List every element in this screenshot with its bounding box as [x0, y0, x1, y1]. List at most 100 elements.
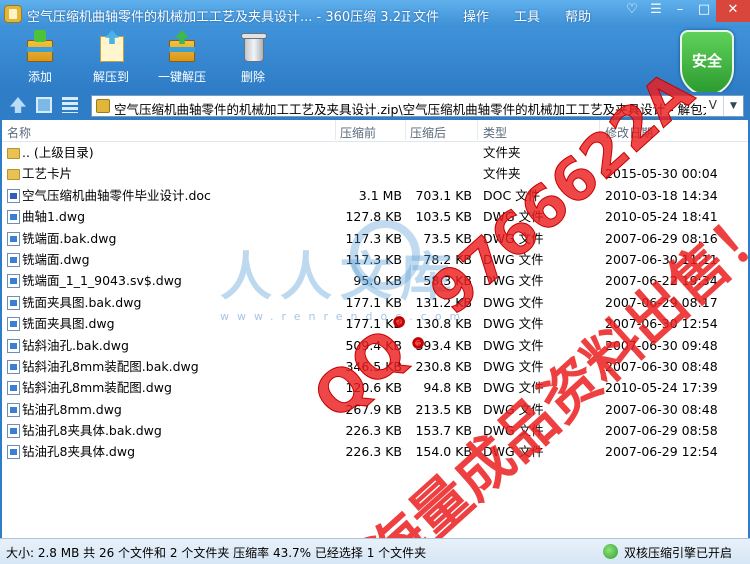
- app-logo-icon: [4, 5, 22, 23]
- dwg-file-icon: [7, 402, 20, 417]
- maximize-button[interactable]: □: [692, 0, 716, 22]
- column-type[interactable]: 类型: [483, 124, 507, 141]
- delete-label: 删除: [240, 70, 265, 84]
- title-bar: 空气压缩机曲轴零件的机械加工工艺及夹具设计... - 360压缩 3.2正式版 …: [0, 0, 750, 28]
- file-name: 钻油孔8夹具体.dwg: [22, 444, 136, 460]
- archive-icon: [96, 99, 110, 113]
- file-type: DWG 文件: [483, 316, 544, 332]
- file-row[interactable]: 铣端面.bak.dwg 117.3 KB 73.5 KB DWG 文件 2007-06-…: [2, 228, 748, 249]
- original-size: 117.3 KB: [345, 251, 402, 267]
- original-size: 346.5 KB: [345, 358, 402, 374]
- close-button[interactable]: ✕: [716, 0, 750, 22]
- file-name: 曲轴1.dwg: [22, 209, 86, 225]
- chevron-down-icon[interactable]: ▼: [723, 96, 743, 116]
- menu-file[interactable]: 文件: [413, 6, 439, 25]
- file-row[interactable]: 钻斜油孔8mm装配图.bak.dwg 346.5 KB 230.8 KB DWG 文件…: [2, 356, 748, 377]
- path-suffix: V: [708, 98, 717, 112]
- add-label: 添加: [27, 70, 52, 84]
- modified-date: 2007-06-30 09:48: [605, 337, 718, 353]
- column-modified-date[interactable]: 修改日期: [605, 124, 653, 141]
- file-row[interactable]: 钻油孔8夹具体.bak.dwg 226.3 KB 153.7 KB DWG 文件 200…: [2, 420, 748, 441]
- file-row[interactable]: 铣端面_1_1_9043.sv$.dwg 95.0 KB 58.3 KB DWG 文件…: [2, 270, 748, 291]
- modified-date: 2007-06-29 08:58: [605, 423, 718, 439]
- file-row[interactable]: 钻油孔8mm.dwg 267.9 KB 213.5 KB DWG 文件 2007-06-…: [2, 399, 748, 420]
- dwg-file-icon: [7, 295, 20, 310]
- compressed-size: 78.2 KB: [423, 251, 472, 267]
- security-shield-badge[interactable]: 安全: [680, 30, 734, 96]
- file-row[interactable]: 钻斜油孔8mm装配图.dwg 120.6 KB 94.8 KB DWG 文件 2010-…: [2, 377, 748, 398]
- original-size: 3.1 MB: [358, 187, 402, 203]
- column-name[interactable]: 名称: [7, 124, 31, 141]
- file-type: DWG 文件: [483, 444, 544, 460]
- original-size: 177.1 KB: [345, 316, 402, 332]
- compressed-size: 103.5 KB: [415, 209, 472, 225]
- folder-icon: [7, 169, 20, 181]
- file-type: DWG 文件: [483, 401, 544, 417]
- file-name: 工艺卡片: [22, 166, 73, 182]
- modified-date: 2010-05-24 17:39: [605, 380, 718, 396]
- path-text: 空气压缩机曲轴零件的机械加工工艺及夹具设计.zip\空气压缩机曲轴零件的机械加工…: [114, 102, 706, 117]
- column-original-size[interactable]: 压缩前: [340, 124, 376, 141]
- compressed-size: 703.1 KB: [415, 187, 472, 203]
- file-type: 文件夹: [483, 145, 521, 160]
- modified-date: 2007-06-30 08:48: [605, 358, 718, 374]
- file-type: DWG 文件: [483, 380, 544, 396]
- original-size: 226.3 KB: [345, 444, 402, 460]
- file-name: .. (上级目录): [22, 145, 94, 160]
- compressed-size: 130.8 KB: [415, 316, 472, 332]
- modified-date: 2007-06-29 12:54: [605, 444, 718, 460]
- thumbnail-view-icon[interactable]: [36, 97, 52, 113]
- compressed-size: 153.7 KB: [415, 423, 472, 439]
- file-name: 铣端面_1_1_9043.sv$.dwg: [22, 273, 182, 289]
- modified-date: 2010-05-24 18:41: [605, 209, 718, 225]
- file-row[interactable]: 铣端面.dwg 117.3 KB 78.2 KB DWG 文件 2007-06-30 1…: [2, 249, 748, 270]
- modified-date: 2007-06-30 12:54: [605, 316, 718, 332]
- dwg-file-icon: [7, 210, 20, 225]
- file-name: 钻斜油孔8mm装配图.bak.dwg: [22, 358, 199, 374]
- folder-row[interactable]: .. (上级目录) 文件夹: [2, 142, 748, 163]
- file-name: 钻油孔8夹具体.bak.dwg: [22, 423, 162, 439]
- toolbar: 添加 解压到 一键解压 删除: [0, 28, 750, 88]
- modified-date: 2007-06-22 19:34: [605, 273, 718, 289]
- file-type: DWG 文件: [483, 423, 544, 439]
- delete-button[interactable]: 删除: [220, 30, 286, 85]
- list-view-icon[interactable]: [62, 97, 78, 113]
- folder-row[interactable]: 工艺卡片 文件夹 2015-05-30 00:04: [2, 163, 748, 184]
- skin-icon[interactable]: ♡: [620, 0, 644, 22]
- file-row[interactable]: 曲轴1.dwg 127.8 KB 103.5 KB DWG 文件 2010-05-24 …: [2, 206, 748, 227]
- dwg-file-icon: [7, 317, 20, 332]
- folder-icon: [7, 148, 20, 159]
- modified-date: 2007-06-29 08:16: [605, 230, 718, 246]
- file-row[interactable]: 钻油孔8夹具体.dwg 226.3 KB 154.0 KB DWG 文件 2007-06…: [2, 441, 748, 462]
- file-row[interactable]: 铣面夹具图.bak.dwg 177.1 KB 131.2 KB DWG 文件 2007-…: [2, 292, 748, 313]
- dwg-file-icon: [7, 338, 20, 353]
- file-name: 铣面夹具图.bak.dwg: [22, 294, 142, 310]
- up-arrow-icon[interactable]: [10, 97, 26, 113]
- menu-tools[interactable]: 工具: [514, 6, 540, 25]
- compressed-size: 94.8 KB: [423, 380, 472, 396]
- add-button[interactable]: 添加: [7, 30, 73, 85]
- dwg-file-icon: [7, 274, 20, 289]
- path-field[interactable]: 空气压缩机曲轴零件的机械加工工艺及夹具设计.zip\空气压缩机曲轴零件的机械加工…: [91, 95, 744, 117]
- modified-date: 2007-06-30 08:48: [605, 401, 718, 417]
- file-name: 钻油孔8mm.dwg: [22, 401, 122, 417]
- dwg-file-icon: [7, 424, 20, 439]
- file-name: 空气压缩机曲轴零件毕业设计.doc: [22, 187, 211, 203]
- address-bar: 空气压缩机曲轴零件的机械加工工艺及夹具设计.zip\空气压缩机曲轴零件的机械加工…: [0, 92, 750, 118]
- one-click-extract-button[interactable]: 一键解压: [149, 30, 215, 85]
- column-compressed-size[interactable]: 压缩后: [410, 124, 446, 141]
- original-size: 509.4 KB: [345, 337, 402, 353]
- menu-operate[interactable]: 操作: [463, 6, 489, 25]
- engine-status[interactable]: 双核压缩引擎已开启: [624, 544, 732, 561]
- list-header: 名称 压缩前 压缩后 类型 修改日期: [2, 120, 748, 142]
- menu-icon[interactable]: ☰: [644, 0, 668, 22]
- minimize-button[interactable]: –: [668, 0, 692, 22]
- compressed-size: 213.5 KB: [415, 401, 472, 417]
- extract-to-button[interactable]: 解压到: [78, 30, 144, 85]
- menu-help[interactable]: 帮助: [565, 6, 591, 25]
- file-type: DWG 文件: [483, 230, 544, 246]
- file-type: 文件夹: [483, 166, 521, 182]
- file-row[interactable]: 铣面夹具图.dwg 177.1 KB 130.8 KB DWG 文件 2007-06-3…: [2, 313, 748, 334]
- file-row[interactable]: 钻斜油孔.bak.dwg 509.4 KB 393.4 KB DWG 文件 2007-0…: [2, 335, 748, 356]
- file-row[interactable]: 空气压缩机曲轴零件毕业设计.doc 3.1 MB 703.1 KB DOC 文件 201…: [2, 185, 748, 206]
